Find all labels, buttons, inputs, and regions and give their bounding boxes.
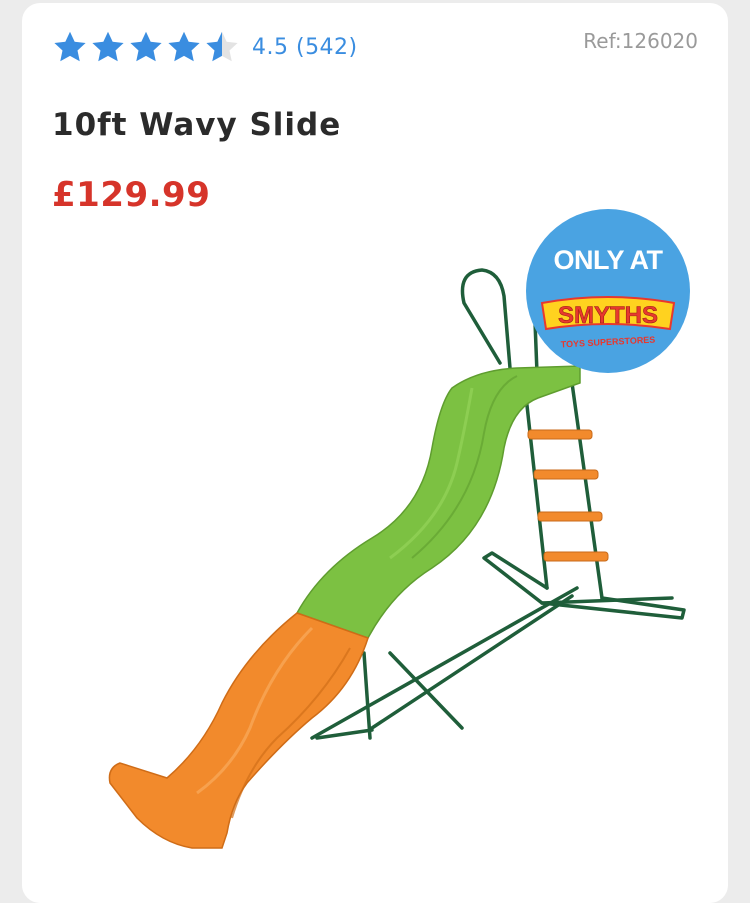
rating-count-text[interactable]: 4.5 (542) (252, 35, 358, 60)
smyths-logo-text: SMYTHS (558, 302, 658, 329)
ladder-steps (527, 429, 609, 562)
star-full-icon (54, 31, 86, 62)
star-full-icon (92, 31, 124, 62)
star-half-icon (206, 31, 238, 62)
badge-subtitle: TOYS SUPERSTORES (560, 334, 656, 350)
product-title: 10ft Wavy Slide (52, 107, 342, 143)
star-full-icon (130, 31, 162, 62)
slide-orange-section (108, 612, 369, 849)
product-price: £129.99 (52, 175, 211, 215)
only-at-smyths-badge: ONLY AT SMYTHS TOYS SUPERSTORES (526, 209, 690, 373)
product-card: 4.5 (542) Ref:126020 10ft Wavy Slide £12… (22, 3, 728, 903)
badge-top-text: ONLY AT (553, 245, 663, 275)
rating-row[interactable]: 4.5 (542) (52, 29, 358, 65)
smyths-logo: SMYTHS (540, 296, 676, 331)
product-reference: Ref:126020 (583, 29, 698, 53)
star-full-icon (168, 31, 200, 62)
star-rating (52, 29, 242, 65)
